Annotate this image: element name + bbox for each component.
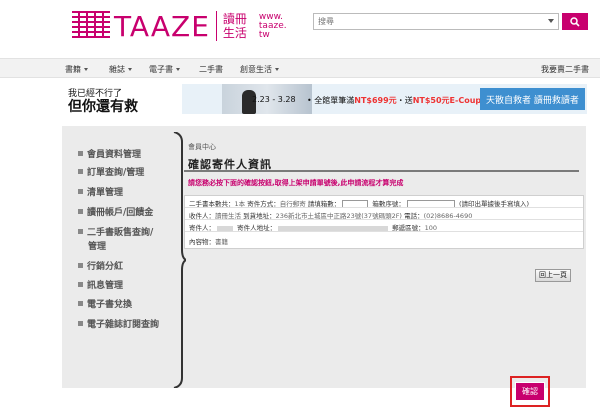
nav-item-books[interactable]: 書籍 bbox=[65, 64, 88, 75]
bullet-icon bbox=[78, 282, 83, 287]
breadcrumb[interactable]: 會員中心 bbox=[188, 142, 216, 152]
logo-chinese: 讀冊 生活 bbox=[223, 12, 247, 40]
sidebar-item-messages[interactable]: 訊息管理 bbox=[78, 279, 123, 293]
banner-promo-text: • 全館單筆滿NT$699元・送NT$50元E-Coupon bbox=[307, 96, 493, 105]
box-serial-input[interactable] bbox=[406, 200, 455, 207]
chevron-down-icon bbox=[275, 68, 279, 71]
recipient-value: 讀冊生活 bbox=[215, 212, 241, 220]
zip-label: 郵遞區號： bbox=[392, 224, 425, 232]
zip-value: 100 bbox=[424, 224, 438, 232]
phone-label: 電話： bbox=[404, 212, 424, 220]
sidebar-item-lists[interactable]: 清單管理 bbox=[78, 186, 123, 200]
bullet-icon bbox=[78, 301, 83, 306]
nav-item-magazines[interactable]: 雜誌 bbox=[109, 64, 132, 75]
box-count-input[interactable] bbox=[342, 200, 369, 207]
logo-divider bbox=[215, 11, 217, 41]
sidebar-item-member-data[interactable]: 會員資料管理 bbox=[78, 148, 141, 162]
sender-value-redacted bbox=[217, 225, 233, 231]
nav-item-used-books[interactable]: 二手書 bbox=[199, 64, 223, 75]
bullet-icon bbox=[78, 189, 83, 194]
contents-label: 內容物： bbox=[189, 238, 215, 246]
ship-method-label: 寄件方式： bbox=[247, 200, 280, 208]
logo-wordmark: TAAZE bbox=[114, 9, 210, 43]
bullet-icon bbox=[78, 263, 83, 268]
bullet-icon bbox=[78, 209, 83, 214]
logo-url: www. taaze. tw bbox=[258, 12, 287, 40]
bullet-icon bbox=[78, 151, 83, 156]
promo-banner[interactable]: 我已經不行了 但你還有救 2.23 - 3.28 • 全館單筆滿NT$699元・… bbox=[62, 84, 587, 114]
sidebar-item-account[interactable]: 讀冊帳戶/回饋金 bbox=[78, 206, 153, 220]
banner-slogan-big: 但你還有救 bbox=[68, 99, 138, 114]
chevron-down-icon bbox=[128, 68, 132, 71]
sender-info-table: 二手書本數共：1本 寄件方式：自行郵寄 請填箱數： 箱數序號： (請印出單據後手… bbox=[184, 195, 584, 249]
bullet-icon bbox=[78, 321, 83, 326]
sidebar-item-affiliate[interactable]: 行銷分紅 bbox=[78, 260, 123, 274]
taaze-logo[interactable]: TAAZE 讀冊 生活 www. taaze. tw bbox=[72, 9, 287, 43]
logo-mark bbox=[72, 11, 110, 41]
chevron-down-icon[interactable] bbox=[548, 19, 554, 23]
arrival-address-value: 236新北市土城區中正路23號(37號碼頭2F) bbox=[275, 212, 402, 220]
sidebar-item-ebook-redeem[interactable]: 電子書兌換 bbox=[78, 298, 132, 312]
book-count-label: 二手書本數共： bbox=[189, 200, 235, 208]
sender-label: 寄件人： bbox=[189, 224, 215, 232]
ship-method-value: 自行郵寄 bbox=[279, 200, 306, 208]
fill-label: 請填 bbox=[307, 200, 321, 208]
search-input[interactable] bbox=[314, 14, 534, 29]
search-button[interactable] bbox=[562, 13, 588, 30]
box-serial-hint: (請印出單據後手寫填入) bbox=[458, 200, 530, 208]
logo-url-line3: tw bbox=[258, 29, 270, 40]
chevron-down-icon bbox=[176, 68, 180, 71]
sender-address-label: 寄件人地址： bbox=[237, 224, 277, 232]
member-center-panel: 會員資料管理 訂單查詢/管理 清單管理 讀冊帳戶/回饋金 二手書販售查詢/ 管理… bbox=[62, 126, 588, 407]
sidebar-item-used-sales-cont[interactable]: 管理 bbox=[88, 240, 106, 254]
table-row: 收件人：讀冊生活 到貨地址：236新北市土城區中正路23號(37號碼頭2F) 電… bbox=[185, 208, 583, 220]
nav-item-ebooks[interactable]: 電子書 bbox=[149, 64, 180, 75]
sell-used-books-link[interactable]: 我要賣二手書 bbox=[541, 64, 589, 75]
logo-cn-line2: 生活 bbox=[222, 26, 247, 40]
contents-value: 書籍 bbox=[215, 238, 228, 246]
table-row: 寄件人： 寄件人地址： 郵遞區號：100 bbox=[185, 220, 583, 232]
confirm-notice: 請您務必按下面的確認按鈕,取得上架申請單號後,此申請流程才算完成 bbox=[188, 179, 404, 187]
banner-right-text: 天散自救者 讀冊救讀者 bbox=[480, 88, 585, 110]
title-divider bbox=[184, 170, 579, 172]
bullet-icon bbox=[78, 169, 83, 174]
recipient-label: 收件人： bbox=[189, 212, 215, 220]
search-icon bbox=[570, 16, 580, 27]
box-count-label: 箱數： bbox=[320, 200, 341, 208]
confirm-button[interactable]: 確認 bbox=[515, 382, 545, 401]
nav-item-creative-life[interactable]: 創意生活 bbox=[240, 64, 279, 75]
banner-date: 2.23 - 3.28 bbox=[252, 95, 296, 104]
book-count-value: 1本 bbox=[234, 200, 246, 208]
table-row: 內容物：書籍 bbox=[185, 232, 583, 248]
box-serial-label: 箱數序號： bbox=[372, 200, 405, 208]
sidebar-item-orders[interactable]: 訂單查詢/管理 bbox=[78, 166, 144, 180]
table-row: 二手書本數共：1本 寄件方式：自行郵寄 請填箱數： 箱數序號： (請印出單據後手… bbox=[185, 196, 583, 208]
arrival-address-label: 到貨地址： bbox=[243, 212, 276, 220]
chevron-down-icon bbox=[84, 68, 88, 71]
site-header: TAAZE 讀冊 生活 www. taaze. tw bbox=[0, 0, 600, 58]
right-gutter bbox=[586, 114, 600, 388]
sidebar-item-used-sales[interactable]: 二手書販售查詢/ bbox=[78, 226, 153, 240]
logo-cn-line1: 讀冊 bbox=[222, 12, 247, 26]
member-sidebar: 會員資料管理 訂單查詢/管理 清單管理 讀冊帳戶/回饋金 二手書販售查詢/ 管理… bbox=[62, 126, 180, 388]
banner-slogan: 我已經不行了 但你還有救 bbox=[62, 84, 182, 114]
search-box[interactable] bbox=[313, 13, 559, 30]
sender-address-redacted bbox=[278, 225, 389, 231]
main-nav: 書籍 雜誌 電子書 二手書 創意生活 我要賣二手書 bbox=[0, 58, 600, 78]
bullet-icon bbox=[78, 229, 83, 234]
phone-value: (02)8686-4690 bbox=[423, 212, 473, 220]
sidebar-item-emagazine[interactable]: 電子雜誌訂閱查詢 bbox=[78, 318, 159, 332]
back-button[interactable]: 回上一頁 bbox=[535, 269, 571, 282]
